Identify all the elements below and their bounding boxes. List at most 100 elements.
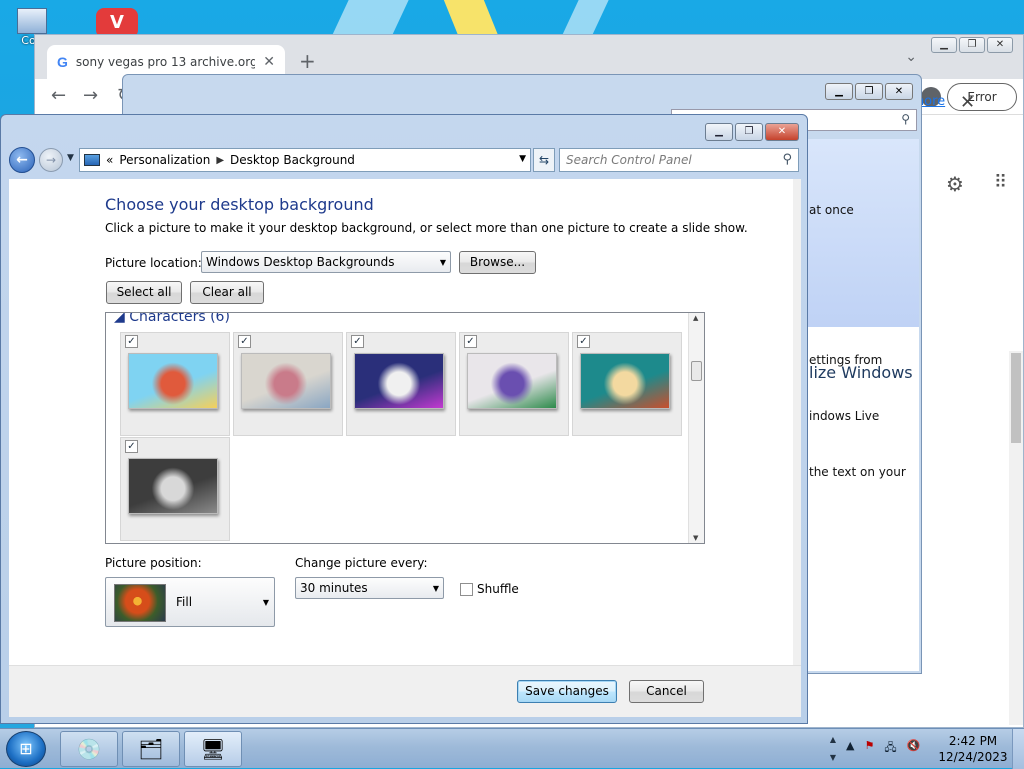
network-icon[interactable]: 🖧 xyxy=(884,739,896,758)
wallpaper-thumbnail xyxy=(128,353,218,409)
breadcrumb-item-personalization[interactable]: Personalization xyxy=(119,153,210,167)
gallery-group-header[interactable]: ◢ Characters (6) xyxy=(114,313,230,325)
change-picture-label: Change picture every: xyxy=(295,556,428,570)
refresh-button[interactable]: ⇆ xyxy=(533,148,555,172)
minimize-button[interactable]: ▁ xyxy=(705,123,733,141)
side-text: at once xyxy=(809,203,854,217)
back-button[interactable]: ← xyxy=(9,147,35,173)
close-icon[interactable]: ✕ xyxy=(960,92,975,113)
address-bar[interactable]: « Personalization ▶ Desktop Background ▼ xyxy=(79,148,531,172)
recent-pages-icon[interactable]: ▼ xyxy=(67,153,74,163)
volume-muted-icon[interactable]: 🔇 xyxy=(907,739,921,758)
minimize-button[interactable]: ▁ xyxy=(931,37,957,53)
scrollbar-thumb[interactable] xyxy=(1011,353,1021,443)
address-row: ← → ▼ « Personalization ▶ Desktop Backgr… xyxy=(9,147,799,173)
maximize-button[interactable]: ❐ xyxy=(959,37,985,53)
taskbar-file-explorer[interactable]: 🗂 xyxy=(122,731,180,767)
gallery-scrollbar[interactable]: ▲ ▼ xyxy=(688,313,704,543)
show-desktop-button[interactable] xyxy=(1012,729,1024,769)
browse-button[interactable]: Browse... xyxy=(459,251,536,274)
start-button[interactable]: ⊞ xyxy=(6,731,46,767)
wallpaper-thumbnail xyxy=(467,353,557,409)
taskbar-scroll[interactable]: ▲ ▼ xyxy=(826,731,840,767)
tab-title: sony vegas pro 13 archive.org - G xyxy=(75,55,256,69)
chrome-window-controls: ▁ ❐ ✕ xyxy=(931,37,1013,53)
breadcrumb-overflow[interactable]: « xyxy=(106,153,113,167)
picture-position-label: Picture position: xyxy=(105,556,202,570)
content-scrollbar[interactable] xyxy=(793,179,801,665)
chevron-down-icon: ▼ xyxy=(432,584,439,593)
side-panel-banner xyxy=(803,139,919,327)
apps-grid-icon[interactable]: ⠿ xyxy=(994,172,1007,193)
action-center-icon[interactable]: ⚑ xyxy=(864,739,874,758)
close-button[interactable]: ✕ xyxy=(765,123,799,141)
side-text: the text on your xyxy=(809,465,906,479)
save-changes-button[interactable]: Save changes xyxy=(517,680,617,703)
shuffle-checkbox[interactable]: Shuffle xyxy=(460,582,519,596)
scroll-down-arrow-icon[interactable]: ▼ xyxy=(693,534,698,542)
breadcrumb-separator-icon[interactable]: ▶ xyxy=(216,155,224,166)
forward-arrow-icon[interactable]: → xyxy=(83,85,98,106)
wallpaper-tile[interactable]: ✓ xyxy=(346,332,456,436)
close-button[interactable]: ✕ xyxy=(987,37,1013,53)
change-interval-dropdown[interactable]: 30 minutes ▼ xyxy=(295,577,444,599)
wallpaper-thumbnail xyxy=(241,353,331,409)
picture-location-dropdown[interactable]: Windows Desktop Backgrounds ▼ xyxy=(201,251,451,273)
wallpaper-checkbox[interactable]: ✓ xyxy=(238,335,251,348)
chrome-scrollbar[interactable] xyxy=(1009,351,1023,725)
maximize-button[interactable]: ❐ xyxy=(735,123,763,141)
chevron-down-icon: ▼ xyxy=(262,598,269,607)
wallpaper-checkbox[interactable]: ✓ xyxy=(577,335,590,348)
chrome-tab-strip: G sony vegas pro 13 archive.org - G ✕ + … xyxy=(35,35,1023,79)
close-button[interactable]: ✕ xyxy=(885,83,913,100)
shuffle-label: Shuffle xyxy=(477,582,519,596)
taskbar-media-player[interactable]: 💿 xyxy=(60,731,118,767)
picture-position-dropdown[interactable]: Fill ▼ xyxy=(105,577,275,627)
scrollbar-thumb[interactable] xyxy=(691,361,702,381)
wallpaper-tile[interactable]: ✓ xyxy=(120,437,230,541)
wallpaper-checkbox[interactable]: ✓ xyxy=(464,335,477,348)
side-text: indows Live xyxy=(809,409,880,423)
wallpaper-tile[interactable]: ✓ xyxy=(572,332,682,436)
close-tab-icon[interactable]: ✕ xyxy=(263,54,275,70)
address-dropdown-icon[interactable]: ▼ xyxy=(519,154,526,164)
wallpaper-thumbnail xyxy=(580,353,670,409)
forward-button[interactable]: → xyxy=(39,148,63,172)
picture-position-preview xyxy=(114,584,166,622)
minimize-button[interactable]: ▁ xyxy=(825,83,853,100)
taskbar-control-panel[interactable]: 🖥 xyxy=(184,731,242,767)
show-hidden-icons-icon[interactable]: ▲ xyxy=(846,739,854,758)
content-area: Choose your desktop background Click a p… xyxy=(9,179,801,717)
clock[interactable]: 2:42 PM 12/24/2023 xyxy=(938,733,1008,765)
scroll-up-arrow-icon[interactable]: ▲ xyxy=(693,314,698,322)
gear-icon[interactable]: ⚙ xyxy=(946,172,964,196)
search-icon: ⚲ xyxy=(901,112,910,126)
wallpaper-checkbox[interactable]: ✓ xyxy=(125,440,138,453)
wallpaper-tile[interactable]: ✓ xyxy=(120,332,230,436)
wallpaper-tile[interactable]: ✓ xyxy=(459,332,569,436)
wallpaper-checkbox[interactable]: ✓ xyxy=(351,335,364,348)
taskbar: ⊞ 💿 🗂 🖥 ▲ ▼ ▲ ⚑ 🖧 🔇 2:42 PM 12/24/2023 xyxy=(0,728,1024,769)
window-controls: ▁ ❐ ✕ xyxy=(705,123,799,141)
search-control-panel-input[interactable]: Search Control Panel ⚲ xyxy=(559,148,799,172)
checkbox-box[interactable] xyxy=(460,582,473,596)
button-footer: Save changes Cancel xyxy=(9,665,801,717)
folder-icon: 🗂 xyxy=(138,737,164,761)
wallpaper-thumbnail xyxy=(128,458,218,514)
picture-location-value: Windows Desktop Backgrounds xyxy=(206,255,395,269)
error-status-button[interactable]: Error xyxy=(947,83,1017,111)
wallpaper-checkbox[interactable]: ✓ xyxy=(125,335,138,348)
chevron-down-icon: ▼ xyxy=(439,258,446,267)
search-placeholder: Search Control Panel xyxy=(566,153,692,167)
maximize-button[interactable]: ❐ xyxy=(855,83,883,100)
background-gallery: ◢ Characters (6) ▲ ▼ ✓ ✓ ✓ ✓ ✓ ✓ xyxy=(105,312,705,544)
breadcrumb-item-desktop-background[interactable]: Desktop Background xyxy=(230,153,355,167)
wallpaper-tile[interactable]: ✓ xyxy=(233,332,343,436)
clock-date: 12/24/2023 xyxy=(938,750,1008,764)
cancel-button[interactable]: Cancel xyxy=(629,680,704,703)
clear-all-button[interactable]: Clear all xyxy=(190,281,264,304)
tab-search-icon[interactable]: ⌄ xyxy=(905,49,917,65)
select-all-button[interactable]: Select all xyxy=(106,281,182,304)
back-arrow-icon[interactable]: ← xyxy=(51,85,66,106)
new-tab-button[interactable]: + xyxy=(299,49,316,73)
